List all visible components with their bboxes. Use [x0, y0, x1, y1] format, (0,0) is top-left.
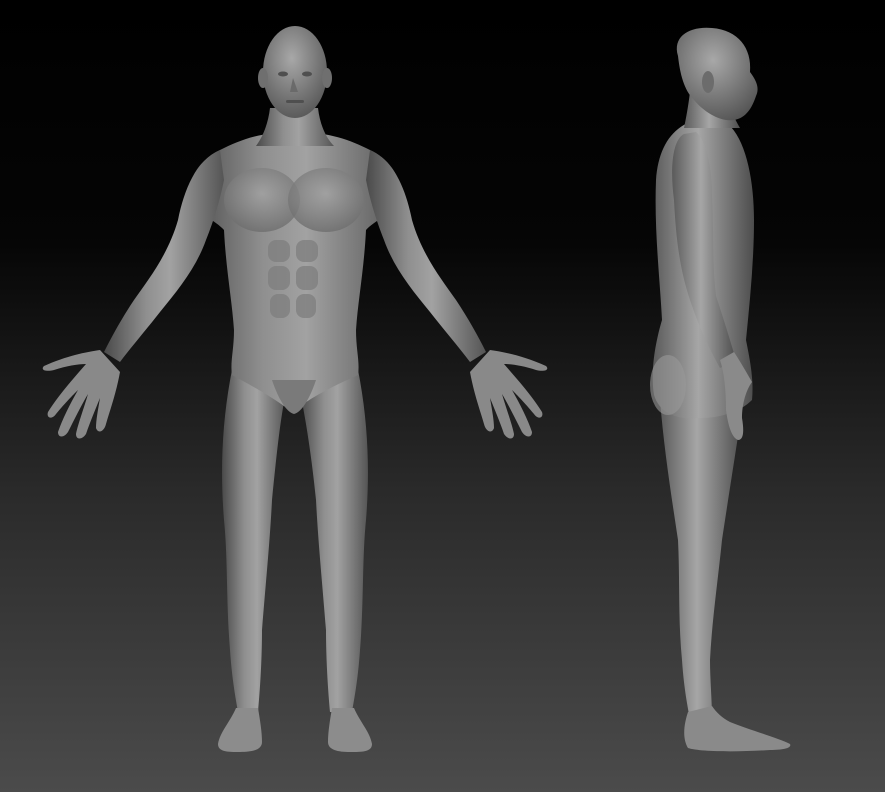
front-left-foot	[218, 708, 262, 752]
front-left-ear	[258, 68, 268, 88]
front-left-leg	[222, 370, 286, 712]
side-foot	[684, 706, 791, 752]
front-right-leg	[300, 370, 368, 712]
viewport-canvas	[0, 0, 885, 792]
front-right-arm	[366, 150, 486, 362]
front-head	[263, 26, 327, 118]
sculpt-render	[42, 26, 791, 752]
front-left-hand	[42, 350, 120, 439]
front-right-pec	[288, 168, 364, 232]
front-right-hand	[470, 350, 548, 439]
side-glute	[650, 355, 686, 415]
front-right-ear	[322, 68, 332, 88]
front-view-figure	[42, 26, 548, 752]
front-left-arm	[104, 150, 224, 362]
front-right-foot	[328, 708, 372, 752]
side-view-figure	[650, 27, 791, 752]
side-ear	[702, 71, 714, 93]
side-leg	[660, 400, 742, 720]
